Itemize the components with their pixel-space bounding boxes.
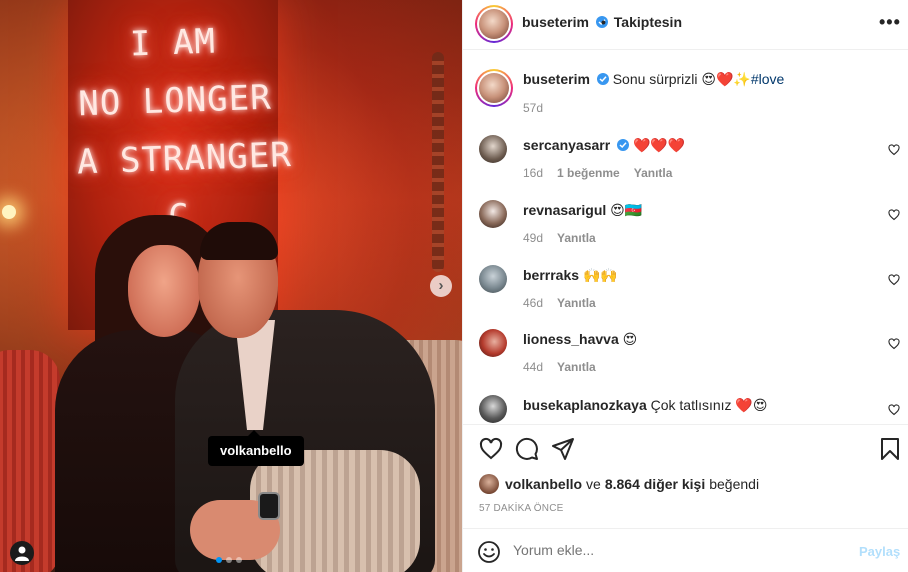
hashtag-link[interactable]: #love	[751, 71, 784, 87]
post-header: buseterim • Takiptesin •••	[463, 0, 908, 50]
like-comment-icon[interactable]	[888, 144, 900, 156]
bead-garland	[432, 52, 444, 272]
header-username[interactable]: buseterim	[522, 14, 589, 30]
comment-body: 😍	[622, 331, 638, 347]
avatar[interactable]	[479, 73, 509, 103]
comment-age: 46d	[523, 296, 544, 310]
comment-like-count[interactable]: 1 beğenme	[557, 166, 620, 180]
separator: •	[601, 14, 606, 30]
woman-face	[128, 245, 200, 337]
follow-status-label[interactable]: Takiptesin	[614, 14, 682, 30]
carousel-dot	[226, 557, 232, 563]
neon-line: A STRANGER	[76, 134, 293, 183]
reply-button[interactable]: Yanıtla	[634, 166, 673, 180]
comment-meta: 49d Yanıtla	[523, 231, 596, 245]
carousel-dot	[216, 557, 222, 563]
comment-text: sercanyasarr ❤️❤️❤️	[523, 136, 883, 154]
post-timestamp[interactable]: 57 DAKİKA ÖNCE	[479, 503, 564, 514]
header-username-block: buseterim	[522, 14, 608, 30]
comment-input[interactable]	[513, 542, 843, 558]
comment-username[interactable]: berrraks	[523, 267, 579, 283]
post-photo[interactable]: I AM NO LONGER A STRANGER C volkanbello …	[0, 0, 462, 572]
reply-button[interactable]: Yanıtla	[557, 360, 596, 374]
red-sofa	[0, 350, 60, 572]
likes-count[interactable]: 8.864 diğer kişi	[605, 476, 705, 492]
add-comment-bar: Paylaş	[463, 528, 908, 572]
bookmark-icon[interactable]	[879, 437, 901, 461]
more-options-icon[interactable]: •••	[879, 13, 901, 31]
comment-text: busekaplanozkaya Çok tatlısınız ❤️😍	[523, 396, 883, 414]
verified-icon	[617, 139, 630, 151]
man-hair	[200, 222, 278, 260]
reply-button[interactable]: Yanıtla	[557, 296, 596, 310]
avatar[interactable]	[479, 9, 509, 39]
like-comment-icon[interactable]	[888, 404, 900, 416]
comment-username[interactable]: lioness_havva	[523, 331, 619, 347]
comment-meta: 46d Yanıtla	[523, 296, 596, 310]
comment-body: Çok tatlısınız ❤️😍	[650, 397, 768, 413]
comment-body: 😍🇦🇿	[610, 202, 643, 218]
like-comment-icon[interactable]	[888, 338, 900, 350]
wall-lamp	[2, 205, 16, 219]
avatar[interactable]	[479, 395, 507, 423]
likes-connector: ve	[586, 476, 601, 492]
comment-body: 🙌🙌	[582, 267, 618, 283]
comment-username[interactable]: revnasarigul	[523, 202, 606, 218]
comment-age: 44d	[523, 360, 544, 374]
reply-button[interactable]: Yanıtla	[557, 231, 596, 245]
liker-username[interactable]: volkanbello	[505, 476, 582, 492]
verified-icon	[596, 73, 609, 85]
like-comment-icon[interactable]	[888, 274, 900, 286]
comment-meta: 16d 1 beğenme Yanıtla	[523, 166, 672, 180]
comment-text: berrraks 🙌🙌	[523, 266, 883, 284]
comment-age: 16d	[523, 166, 544, 180]
comment-body: ❤️❤️❤️	[632, 137, 686, 153]
avatar[interactable]	[479, 135, 507, 163]
like-comment-icon[interactable]	[888, 209, 900, 221]
caption-text: buseterim Sonu sürprizli 😍❤️✨#love	[523, 70, 883, 88]
comment-icon[interactable]	[515, 437, 539, 461]
emoji-icon[interactable]	[477, 540, 501, 564]
watch	[258, 492, 280, 520]
caption-body: Sonu sürprizli 😍❤️✨	[612, 71, 751, 87]
neon-line: NO LONGER	[77, 77, 273, 125]
carousel-indicator	[216, 557, 242, 563]
carousel-dot	[236, 557, 242, 563]
avatar[interactable]	[479, 329, 507, 357]
likes-suffix: beğendi	[709, 476, 760, 492]
tagged-users-button[interactable]	[10, 541, 34, 565]
user-tag[interactable]: volkanbello	[208, 430, 304, 466]
comment-username[interactable]: busekaplanozkaya	[523, 397, 647, 413]
comments-list[interactable]: buseterim Sonu sürprizli 😍❤️✨#love 57d s…	[463, 51, 908, 423]
user-icon	[15, 546, 29, 561]
post-panel: buseterim • Takiptesin ••• buseterim Son…	[462, 0, 908, 572]
comment-age: 49d	[523, 231, 544, 245]
liker-avatar[interactable]	[479, 474, 499, 494]
share-icon[interactable]	[551, 437, 575, 461]
follow-status[interactable]: • Takiptesin	[601, 14, 682, 30]
comment-text: revnasarigul 😍🇦🇿	[523, 201, 883, 219]
avatar[interactable]	[479, 200, 507, 228]
caption-username[interactable]: buseterim	[523, 71, 590, 87]
likes-summary: volkanbello ve 8.864 diğer kişi beğendi	[479, 474, 759, 494]
carousel-next-button[interactable]: ›	[430, 275, 452, 297]
caption-age: 57d	[523, 101, 544, 115]
avatar[interactable]	[479, 265, 507, 293]
post-comment-button[interactable]: Paylaş	[859, 544, 900, 559]
comment-meta: 44d Yanıtla	[523, 360, 596, 374]
heart-icon[interactable]	[479, 437, 503, 461]
neon-line: I AM	[129, 21, 217, 65]
action-bar	[463, 424, 908, 472]
comment-username[interactable]: sercanyasarr	[523, 137, 610, 153]
comment-text: lioness_havva 😍	[523, 330, 883, 348]
neon-sign: I AM NO LONGER A STRANGER C	[72, 11, 293, 250]
